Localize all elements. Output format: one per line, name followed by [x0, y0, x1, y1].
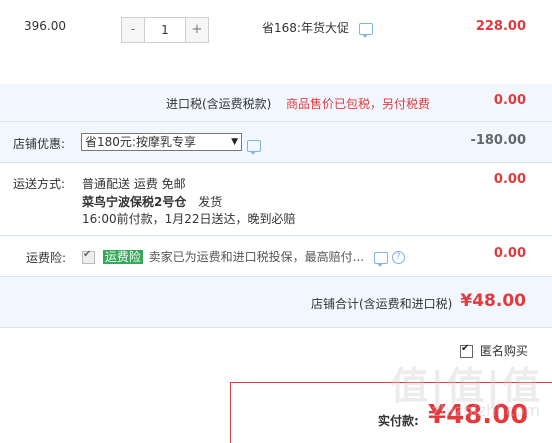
watermark-url: zhizhizhi.com	[431, 401, 540, 420]
freight-insurance-label: 运费险:	[26, 251, 67, 265]
shop-discount-value: -180.00	[470, 133, 526, 148]
dropdown-arrow-icon: ▼	[231, 137, 238, 147]
item-subtotal: 228.00	[475, 19, 526, 34]
discount-select[interactable]: 省180元:按摩乳专享 ▼	[81, 133, 242, 151]
decrease-button[interactable]: -	[122, 18, 144, 42]
item-row	[0, 0, 552, 85]
import-tax-row	[0, 84, 552, 122]
dispatch-text: 发货	[198, 195, 223, 209]
freight-insurance-desc: 卖家已为运费和进口税投保，最高赔付...	[148, 250, 365, 264]
shop-discount-label: 店铺优惠:	[13, 137, 66, 151]
warehouse-name: 菜鸟宁波保税2号仓	[82, 195, 187, 209]
shop-total-value: ¥48.00	[460, 291, 526, 311]
help-icon[interactable]: ?	[391, 251, 405, 264]
import-tax-note: 商品售价已包税，另付税费	[286, 97, 431, 111]
shop-total-label: 店铺合计(含运费和进口税)	[311, 297, 453, 311]
chat-icon[interactable]	[358, 22, 373, 38]
quantity-input[interactable]: 1	[144, 18, 186, 42]
freight-insurance-tag: 运费险	[102, 250, 143, 264]
chat-icon[interactable]	[247, 139, 261, 155]
payment-label: 实付款:	[378, 414, 419, 428]
quantity-stepper[interactable]: - 1 +	[121, 17, 209, 43]
promo-label: 省168:年货大促	[262, 21, 349, 35]
freight-insurance-content: 运费险 卖家已为运费和进口税投保，最高赔付... ?	[82, 248, 405, 267]
shipping-method: 普通配送 运费 免邮	[82, 177, 186, 191]
delivery-promise: 16:00前付款，1月22日送达，晚到必赔	[82, 212, 296, 226]
promo-text: 省168:年货大促	[262, 19, 373, 38]
chat-icon[interactable]	[373, 251, 388, 267]
import-tax-value: 0.00	[493, 93, 526, 108]
shipping-value: 0.00	[493, 172, 526, 187]
discount-selected: 省180元:按摩乳专享	[85, 135, 196, 149]
freight-insurance-checkbox[interactable]	[82, 249, 95, 264]
shipping-warehouse-line: 菜鸟宁波保税2号仓 发货	[82, 193, 222, 210]
freight-insurance-value: 0.00	[493, 246, 526, 261]
shipping-label: 运送方式:	[13, 177, 66, 191]
import-tax-label: 进口税(含运费税款)	[166, 97, 272, 111]
unit-price: 396.00	[24, 19, 66, 33]
increase-button[interactable]: +	[186, 18, 208, 42]
